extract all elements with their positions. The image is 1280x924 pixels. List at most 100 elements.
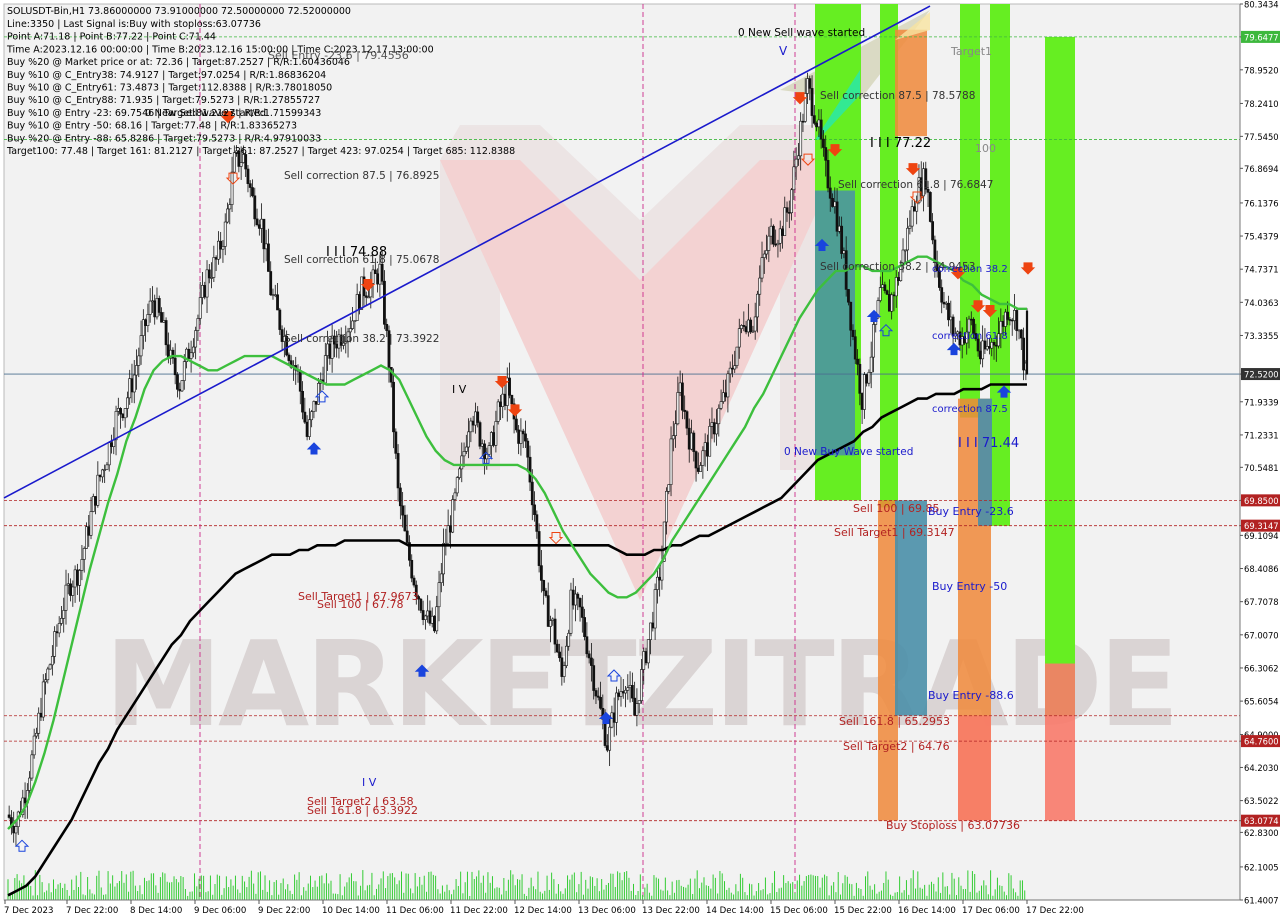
candle-body-down [130, 378, 134, 393]
candle-body-up [981, 340, 985, 360]
candle-body-down [403, 514, 407, 532]
candle-body-up [717, 407, 721, 425]
candle-body-up [740, 325, 743, 329]
candle-body-down [1006, 311, 1010, 320]
candle-body-up [496, 401, 500, 422]
candle [433, 615, 436, 633]
candle-body-up [460, 455, 464, 470]
candle-body-up [628, 685, 632, 689]
candle-body-down [253, 195, 257, 220]
candle [885, 289, 889, 295]
candle-body-down [401, 505, 405, 516]
candle-body-down [471, 420, 475, 426]
candle-body-up [89, 511, 93, 536]
time-tick-label: 16 Dec 14:00 [898, 906, 956, 916]
candle-body-down [533, 504, 536, 515]
candle-body-down [883, 284, 887, 291]
candle-body-down [849, 301, 853, 331]
info-line: Line:3350 | Last Signal is:Buy with stop… [7, 19, 261, 30]
candle-body-up [1003, 311, 1007, 327]
price-tick-label: 78.9520 [1244, 65, 1279, 75]
candle-body-up [878, 287, 882, 301]
chart-annotation: 100 [975, 142, 996, 155]
candle-body-down [1019, 329, 1023, 339]
candle-body-up [439, 573, 443, 584]
candle-body-down [590, 657, 593, 666]
candle-body-up [949, 316, 953, 321]
price-tick-label: 67.7078 [1244, 597, 1279, 607]
candle-body-up [32, 735, 36, 756]
candle-body-down [812, 115, 816, 124]
candle-body-up [760, 257, 764, 279]
chart-annotation: Buy Entry -88.6 [928, 689, 1014, 702]
candle-body-up [501, 393, 505, 407]
time-tick-label: 11 Dec 22:00 [450, 906, 508, 916]
price-tick-label: 68.4086 [1244, 564, 1279, 574]
candle-body-up [842, 250, 846, 254]
time-tick-label: 7 Dec 22:00 [66, 906, 118, 916]
candle-body-down [514, 418, 518, 431]
candle-body-down [822, 138, 825, 148]
candle-body-down [119, 408, 122, 415]
info-line: Buy %10 @ C_Entry88: 71.935 | Target:79.… [7, 95, 320, 106]
candle-body-up [635, 703, 639, 716]
candle-body-up [57, 623, 61, 634]
candle-body-down [555, 643, 559, 653]
chart-annotation: Buy Stoploss | 63.07736 [886, 819, 1020, 832]
wave-marker: V [779, 44, 788, 58]
candle-body-up [567, 632, 571, 647]
candle-body-down [433, 615, 436, 632]
price-tick-label: 76.1376 [1244, 198, 1279, 208]
candle-body-down [887, 294, 891, 312]
candle-body-down [1015, 310, 1019, 331]
time-tick-label: 10 Dec 14:00 [322, 906, 380, 916]
candle-body-down [560, 657, 564, 677]
candle-body-up [655, 576, 659, 590]
candle-body-up [728, 367, 732, 375]
price-chart[interactable]: MARKETZITRADE Sell Entry -23.6 | 79.4556… [0, 0, 1280, 920]
candle-body-down [947, 302, 950, 321]
candle-body-down [578, 598, 582, 608]
candle-body-down [419, 598, 423, 611]
candle-body-down [328, 343, 332, 359]
candle-body-up [141, 319, 145, 336]
candle-body-up [271, 294, 275, 297]
candle-body-up [464, 446, 468, 452]
candle-body-down [983, 340, 987, 350]
candle-body-up [676, 392, 680, 425]
zone-salmon-2 [958, 715, 991, 821]
candle-body-down [860, 393, 864, 410]
info-line: Point A:71.18 | Point B:77.22 | Point C:… [7, 32, 216, 43]
watermark-text: MARKETZITRADE [105, 615, 1176, 753]
candle-body-up [353, 320, 357, 322]
chart-annotation: 0 New Sell wave started [738, 27, 865, 39]
candle-body-down [269, 271, 273, 296]
candle-body-up [116, 408, 120, 412]
candle-body-up [14, 826, 18, 834]
candle-body-down [39, 712, 43, 718]
candle-body-up [671, 435, 675, 440]
candle-body-up [890, 294, 894, 312]
candle-body-down [173, 357, 177, 376]
price-tick-label: 74.0363 [1244, 298, 1279, 308]
candle-body-down [583, 617, 586, 637]
candle-body-down [856, 358, 859, 365]
candle-body-down [55, 631, 59, 634]
candle-body-up [703, 442, 707, 452]
candle-body-up [474, 411, 477, 426]
candle-body-up [894, 277, 898, 297]
candle-body-up [146, 314, 150, 327]
candle-body-down [314, 401, 318, 405]
candle-body-up [756, 293, 759, 318]
candle-body-down [503, 393, 507, 406]
candle-body-up [196, 318, 200, 331]
candle-body-down [373, 269, 377, 275]
candle-body-down [376, 273, 380, 285]
candle-body-down [819, 119, 823, 140]
candle-body-down [207, 269, 211, 279]
candle-body-down [528, 456, 532, 483]
time-tick-label: 15 Dec 06:00 [770, 906, 828, 916]
candle-body-up [667, 484, 671, 492]
candle-body-down [546, 595, 550, 627]
candle-body-up [212, 257, 216, 278]
